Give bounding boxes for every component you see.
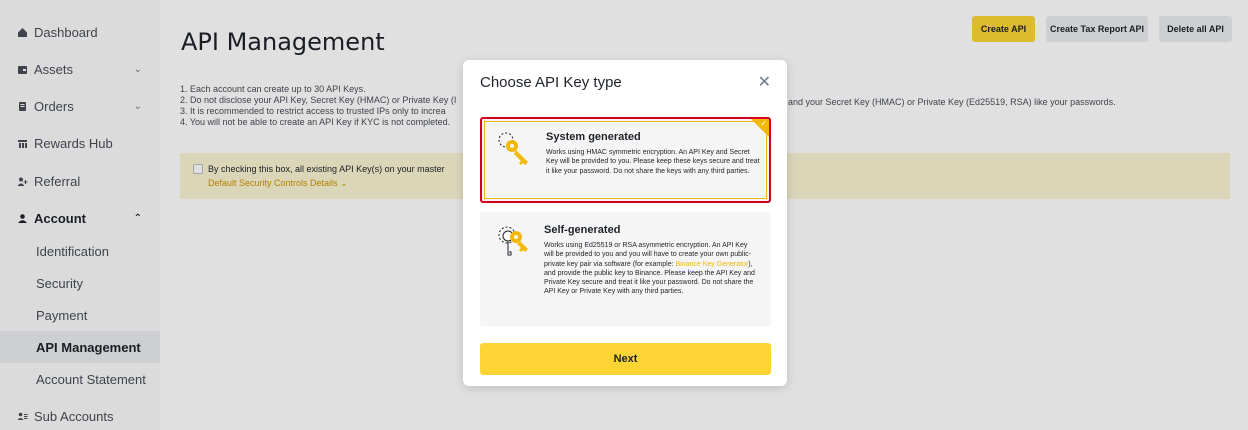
system-key-icon — [498, 132, 528, 165]
choose-api-key-type-dialog: Choose API Key type ✕ ✓ System generated… — [463, 60, 787, 386]
option-title: Self-generated — [544, 224, 621, 236]
option-description: Works using HMAC symmetric encryption. A… — [546, 149, 760, 175]
close-icon[interactable]: ✕ — [758, 72, 771, 92]
next-button[interactable]: Next — [480, 343, 771, 375]
dialog-title: Choose API Key type — [480, 74, 622, 91]
option-system-generated[interactable]: ✓ System generated Works using HMAC symm… — [480, 117, 771, 203]
binance-key-generator-link[interactable]: Binance Key Generator — [676, 261, 749, 268]
check-icon: ✓ — [760, 119, 767, 128]
option-description: Works using Ed25519 or RSA asymmetric en… — [544, 241, 759, 297]
option-title: System generated — [546, 131, 641, 143]
self-key-icon — [498, 226, 528, 256]
option-self-generated[interactable]: Self-generated Works using Ed25519 or RS… — [480, 212, 771, 326]
